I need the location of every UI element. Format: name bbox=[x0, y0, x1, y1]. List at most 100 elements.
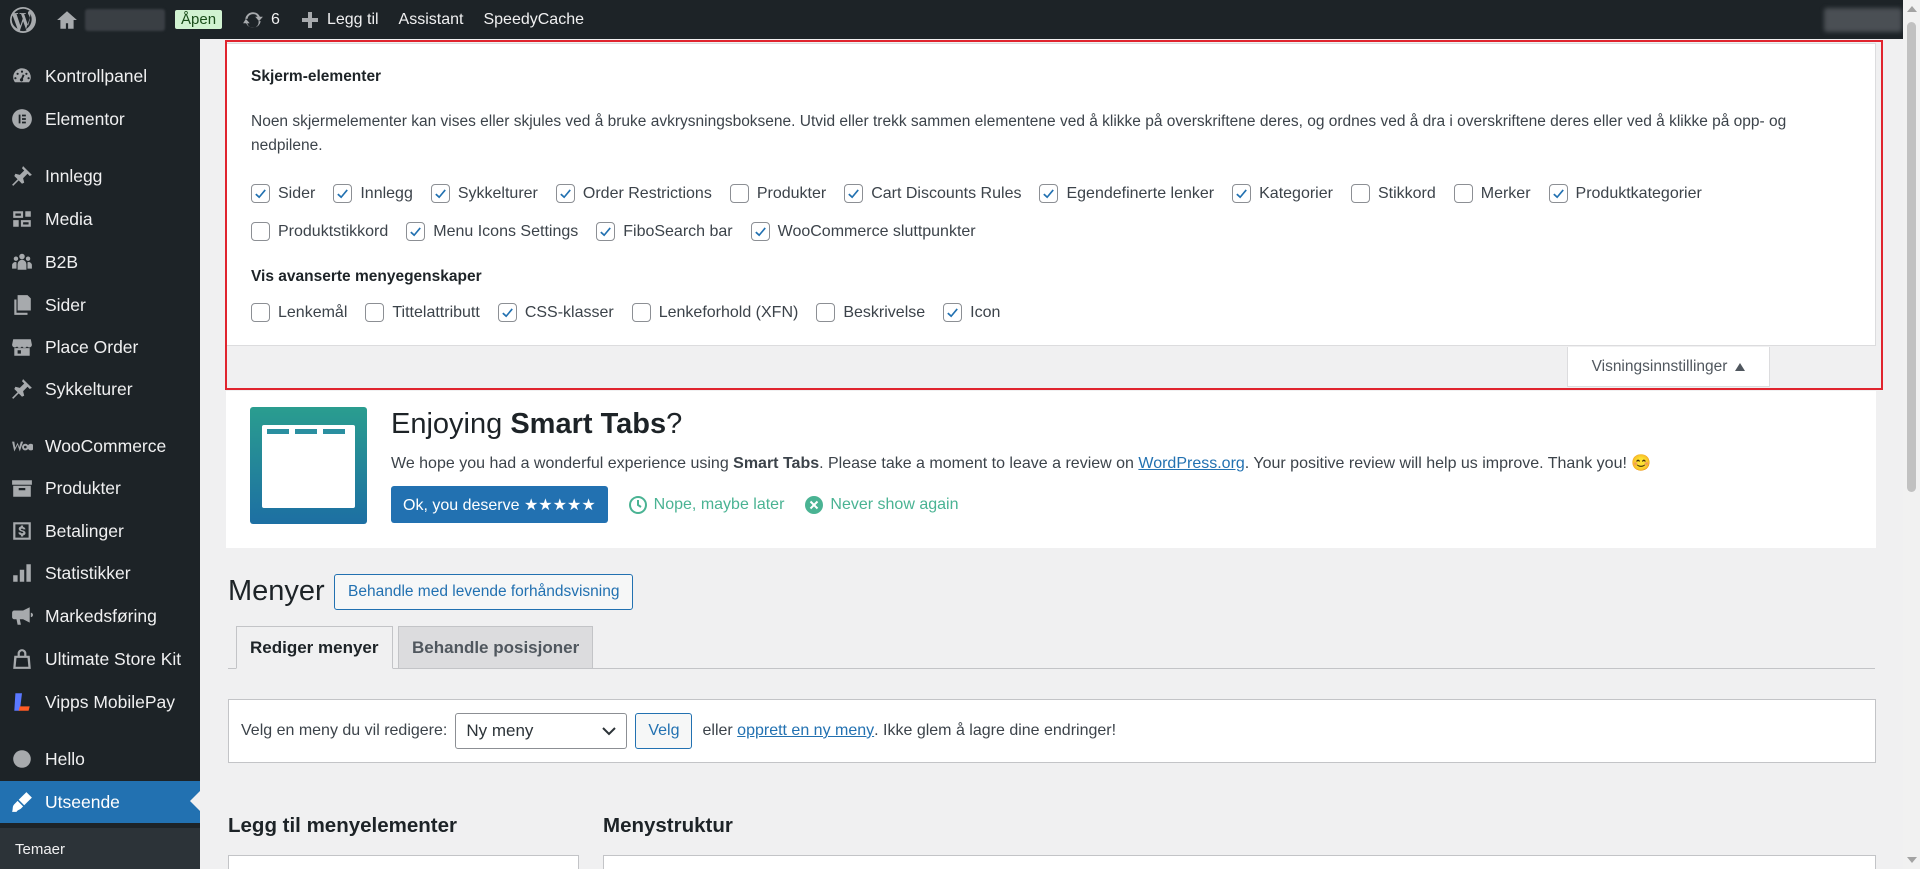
screen-elements-row-2: Produktstikkord Menu Icons Settings Fibo… bbox=[251, 222, 994, 241]
checkmark-icon bbox=[1552, 189, 1564, 199]
groups-icon bbox=[10, 250, 34, 274]
menu-structure-panel bbox=[603, 855, 1876, 869]
screen-elements-heading: Skjerm-elementer bbox=[251, 68, 382, 85]
sidebar-item-markedsforing[interactable]: Markedsføring bbox=[0, 596, 200, 636]
sidebar-item-hello[interactable]: Hello bbox=[0, 739, 200, 779]
speedycache-button[interactable]: SpeedyCache bbox=[473, 0, 594, 39]
sidebar-item-innlegg[interactable]: Innlegg bbox=[0, 156, 200, 196]
tab-edit-menus[interactable]: Rediger menyer bbox=[236, 626, 393, 669]
checkbox-order-restrictions[interactable]: Order Restrictions bbox=[555, 184, 712, 203]
home-icon bbox=[57, 10, 77, 29]
scrollbar-thumb[interactable] bbox=[1907, 22, 1916, 492]
new-content-button[interactable]: Legg til bbox=[290, 0, 389, 39]
checkbox-merker[interactable]: Merker bbox=[1453, 184, 1531, 203]
sidebar-item-statistikker[interactable]: Statistikker bbox=[0, 553, 200, 593]
checkmark-icon bbox=[435, 189, 446, 199]
add-menu-items-heading: Legg til menyelementer bbox=[228, 814, 457, 837]
checkbox-sider[interactable]: Sider bbox=[251, 184, 315, 203]
checkbox-stikkord[interactable]: Stikkord bbox=[1350, 184, 1436, 203]
live-preview-button[interactable]: Behandle med levende forhåndsvisning bbox=[334, 574, 634, 610]
sidebar-item-ultimate-store-kit[interactable]: Ultimate Store Kit bbox=[0, 639, 200, 679]
scroll-up-arrow-icon[interactable] bbox=[1907, 6, 1917, 12]
checkmark-icon bbox=[410, 227, 422, 237]
wordpress-org-link[interactable]: WordPress.org bbox=[1138, 455, 1244, 472]
checkbox-produktstikkord[interactable]: Produktstikkord bbox=[251, 222, 388, 241]
checkbox-css-klasser[interactable]: CSS-klasser bbox=[497, 303, 614, 322]
checkbox-fibosearch-bar[interactable]: FiboSearch bar bbox=[596, 222, 733, 241]
sidebar-item-b2b[interactable]: B2B bbox=[0, 242, 200, 282]
checkbox-egendefinerte-lenker[interactable]: Egendefinerte lenker bbox=[1039, 184, 1214, 203]
main-content: Skjerm-elementer Noen skjermelementer ka… bbox=[200, 39, 1900, 869]
money-icon bbox=[10, 519, 34, 543]
checkmark-icon bbox=[848, 189, 860, 199]
clock-icon bbox=[628, 495, 647, 514]
checkbox-innlegg[interactable]: Innlegg bbox=[333, 184, 413, 203]
archive-icon bbox=[10, 476, 34, 500]
elementor-icon bbox=[10, 107, 34, 131]
sidebar-item-produkter[interactable]: Produkter bbox=[0, 468, 200, 508]
updates-button[interactable]: 6 bbox=[232, 0, 290, 39]
user-name-redacted bbox=[1824, 7, 1902, 32]
create-menu-link[interactable]: opprett en ny meny bbox=[737, 722, 874, 740]
add-items-panel bbox=[228, 855, 579, 869]
checkmark-icon bbox=[560, 189, 571, 199]
screen-elements-row-1: Sider Innlegg Sykkelturer Order Restrict… bbox=[251, 184, 1720, 203]
checkbox-lenkeforhold-xfn[interactable]: Lenkeforhold (XFN) bbox=[631, 303, 798, 322]
checkbox-sykkelturer[interactable]: Sykkelturer bbox=[430, 184, 538, 203]
sidebar-item-place-order[interactable]: Place Order bbox=[0, 327, 200, 367]
sidebar-item-sider[interactable]: Sider bbox=[0, 285, 200, 325]
brush-icon bbox=[10, 790, 34, 814]
checkbox-produktkategorier[interactable]: Produktkategorier bbox=[1548, 184, 1702, 203]
checkbox-beskrivelse[interactable]: Beskrivelse bbox=[816, 303, 925, 322]
advanced-properties-row: Lenkemål Tittelattributt CSS-klasser Len… bbox=[251, 303, 1018, 322]
select-menu-button[interactable]: Velg bbox=[635, 713, 693, 749]
select-menu-box: Velg en meny du vil redigere: Ny meny Ve… bbox=[228, 699, 1876, 763]
review-button[interactable]: Ok, you deserve ★★★★★ bbox=[391, 486, 608, 523]
wp-logo-button[interactable] bbox=[0, 0, 46, 39]
chart-bar-icon bbox=[10, 561, 34, 585]
sidebar-item-media[interactable]: Media bbox=[0, 199, 200, 239]
advanced-properties-heading: Vis avanserte menyegenskaper bbox=[251, 268, 482, 285]
checkbox-menu-icons-settings[interactable]: Menu Icons Settings bbox=[406, 222, 578, 241]
menu-select[interactable]: Ny meny bbox=[455, 713, 628, 749]
checkbox-kategorier[interactable]: Kategorier bbox=[1232, 184, 1333, 203]
menu-structure-heading: Menystruktur bbox=[603, 814, 733, 837]
never-show-link[interactable]: Never show again bbox=[804, 495, 958, 515]
assistant-button[interactable]: Assistant bbox=[389, 0, 474, 39]
sidebar-item-kontrollpanel[interactable]: Kontrollpanel bbox=[0, 56, 200, 96]
lock-bag-icon bbox=[10, 647, 34, 671]
sidebar-item-sykkelturer[interactable]: Sykkelturer bbox=[0, 369, 200, 409]
checkbox-produkter[interactable]: Produkter bbox=[729, 184, 826, 203]
chevron-down-icon bbox=[602, 727, 617, 736]
site-status-badge[interactable]: Åpen bbox=[175, 0, 232, 39]
tab-manage-locations[interactable]: Behandle posisjoner bbox=[398, 626, 594, 669]
sidebar-item-vipps-mobilepay[interactable]: Vipps MobilePay bbox=[0, 682, 200, 722]
scroll-down-arrow-icon[interactable] bbox=[1907, 857, 1917, 863]
updates-count: 6 bbox=[271, 10, 280, 28]
checkbox-woocommerce-sluttpunkter[interactable]: WooCommerce sluttpunkter bbox=[750, 222, 976, 241]
submenu-item-temaer[interactable]: Temaer bbox=[15, 841, 65, 858]
site-name-button[interactable] bbox=[46, 0, 175, 39]
page-scrollbar[interactable] bbox=[1903, 0, 1920, 869]
sidebar-item-utseende[interactable]: Utseende bbox=[0, 781, 200, 823]
screen-options-toggle[interactable]: Visningsinnstillinger bbox=[1567, 347, 1770, 387]
updates-icon bbox=[243, 11, 263, 28]
sidebar-item-betalinger[interactable]: Betalinger bbox=[0, 511, 200, 551]
maybe-later-link[interactable]: Nope, maybe later bbox=[628, 495, 784, 515]
checkmark-icon bbox=[1236, 189, 1247, 199]
store-icon bbox=[10, 335, 34, 359]
checkmark-icon bbox=[255, 189, 266, 199]
checkbox-icon[interactable]: Icon bbox=[943, 303, 1000, 322]
checkbox-tittelattributt[interactable]: Tittelattributt bbox=[365, 303, 480, 322]
pin-icon bbox=[10, 377, 34, 401]
checkbox-lenkemal[interactable]: Lenkemål bbox=[251, 303, 347, 322]
close-circle-icon bbox=[805, 495, 824, 514]
dashboard-icon bbox=[10, 64, 34, 88]
checkmark-icon bbox=[947, 308, 959, 318]
page-title: Menyer bbox=[228, 575, 325, 607]
arrow-up-icon bbox=[1735, 362, 1746, 371]
pages-icon bbox=[10, 293, 34, 317]
sidebar-item-elementor[interactable]: Elementor bbox=[0, 99, 200, 139]
sidebar-item-woocommerce[interactable]: WooCommerce bbox=[0, 426, 200, 466]
checkbox-cart-discounts-rules[interactable]: Cart Discounts Rules bbox=[844, 184, 1021, 203]
